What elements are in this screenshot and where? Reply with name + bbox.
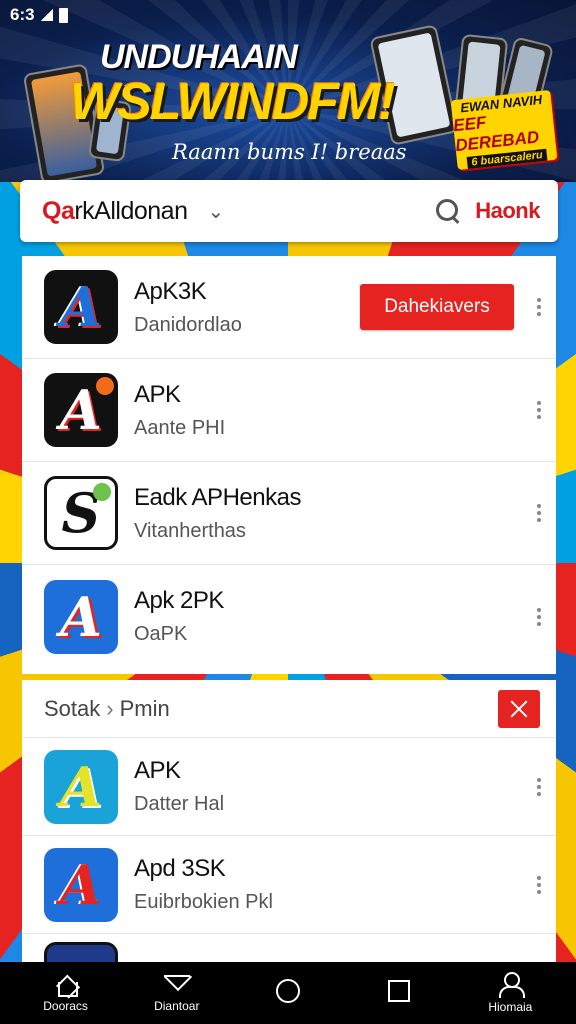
list-item[interactable]: A APK Datter Hal: [22, 738, 556, 836]
app-subtitle: Danidordlao: [134, 313, 242, 336]
list-item[interactable]: A Apd 3SK Euibrbokien Pkl: [22, 836, 556, 934]
square-icon: [388, 980, 411, 1002]
more-options-icon[interactable]: [536, 401, 542, 419]
app-list-section: Sotak › Pmin A APK Datter Hal A Apd 3SK Eu…: [22, 680, 556, 964]
app-icon: S: [44, 476, 118, 550]
search-bar: QarkAlldonan ⌄ Haonk: [20, 180, 558, 242]
app-subtitle: Aante PHI: [134, 416, 226, 439]
filter-icon: [163, 973, 190, 995]
app-title: ApK3K: [134, 277, 207, 305]
list-item-partial[interactable]: [22, 934, 556, 964]
app-logo-glyph: A: [60, 275, 102, 339]
app-list-top: A ApK3K Danidordlao Dahekiavers A APK Aa…: [22, 256, 556, 674]
close-button[interactable]: [498, 689, 540, 728]
banner-subtitle: Raann bums I! breaas: [172, 140, 407, 164]
nav-item-profile[interactable]: Hiomaia: [465, 972, 555, 1014]
more-options-icon[interactable]: [536, 777, 542, 796]
app-logo-glyph: A: [60, 378, 102, 442]
breadcrumb-right: Pmin: [119, 695, 170, 721]
chevron-down-icon[interactable]: ⌄: [208, 199, 225, 224]
app-brand[interactable]: QarkAlldonan: [42, 197, 188, 226]
nav-label: Diantoar: [154, 999, 200, 1013]
more-options-icon[interactable]: [536, 607, 542, 626]
app-title: APK: [134, 757, 181, 784]
signal-icon: [40, 9, 53, 21]
app-icon: A: [44, 270, 118, 344]
search-action-label[interactable]: Haonk: [475, 198, 540, 224]
search-icon[interactable]: [435, 198, 461, 224]
more-options-icon[interactable]: [536, 298, 542, 316]
app-subtitle: Datter Hal: [134, 793, 225, 815]
chevron-right-icon: ›: [106, 695, 114, 721]
status-bar: 6:3: [0, 0, 576, 30]
app-icon: [44, 942, 118, 964]
nav-label: Dooracs: [43, 999, 88, 1013]
app-logo-glyph: A: [60, 584, 102, 649]
app-logo-glyph: A: [60, 754, 102, 819]
download-button[interactable]: Dahekiavers: [360, 284, 514, 330]
nav-item-recents[interactable]: [354, 980, 444, 1006]
list-item[interactable]: A ApK3K Danidordlao Dahekiavers: [22, 256, 556, 359]
nav-label: Hiomaia: [488, 1000, 533, 1014]
app-title: Apk 2PK: [134, 587, 224, 614]
list-item[interactable]: A APK Aante PHI: [22, 359, 556, 462]
nav-item-filter[interactable]: Diantoar: [132, 973, 222, 1013]
banner-badge: EWAN NAVIH EEF DEREBAD 6 buarscaleru: [450, 89, 558, 171]
status-time: 6:3: [10, 5, 35, 24]
app-subtitle: Vitanherthas: [134, 519, 246, 542]
more-options-icon[interactable]: [536, 875, 542, 894]
breadcrumb[interactable]: Sotak › Pmin: [44, 696, 170, 722]
battery-icon: [58, 7, 68, 23]
nav-item-home[interactable]: Dooracs: [21, 973, 111, 1013]
app-logo-glyph: A: [60, 852, 102, 917]
list-item[interactable]: A Apk 2PK OaPK: [22, 565, 556, 668]
app-icon: A: [44, 847, 118, 922]
nav-item-home-button[interactable]: [243, 979, 333, 1007]
brand-accent: Qa: [42, 196, 75, 225]
badge-dot: [93, 483, 111, 501]
app-icon: A: [44, 579, 118, 654]
app-subtitle: Euibrbokien Pkl: [134, 891, 273, 913]
section-header: Sotak › Pmin: [22, 680, 556, 738]
list-item[interactable]: S Eadk APHenkas Vitanherthas: [22, 462, 556, 565]
app-title: Apd 3SK: [134, 855, 226, 882]
app-title: Eadk APHenkas: [134, 483, 301, 511]
user-icon: [498, 972, 526, 998]
circle-icon: [275, 979, 300, 1003]
bottom-navigation: Dooracs Diantoar Hiomaia: [0, 962, 576, 1024]
app-icon: A: [44, 749, 118, 824]
app-subtitle: OaPK: [134, 623, 188, 645]
more-options-icon[interactable]: [536, 504, 542, 522]
app-icon: A: [44, 373, 118, 447]
home-icon: [54, 973, 78, 997]
badge-dot: [96, 377, 114, 395]
app-title: APK: [134, 380, 181, 408]
breadcrumb-left: Sotak: [44, 695, 101, 721]
brand-text: rkAlldonan: [74, 196, 188, 225]
banner-headline: WSLWINDFM!: [70, 73, 396, 131]
